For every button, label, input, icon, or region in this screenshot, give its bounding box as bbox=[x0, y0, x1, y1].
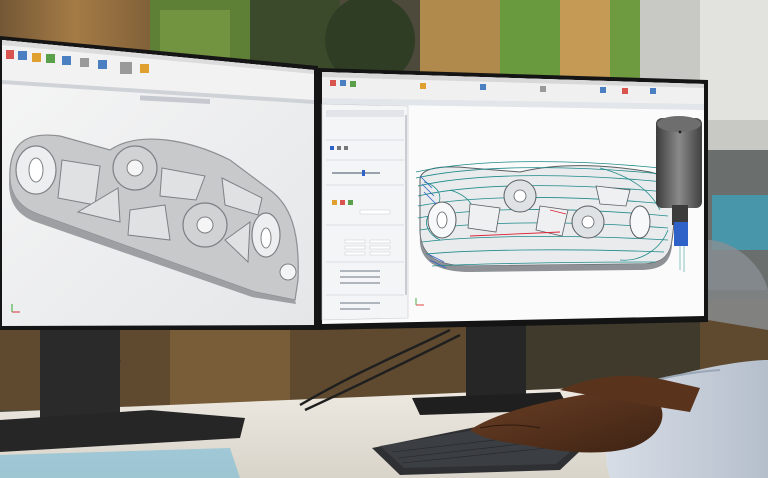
scene-svg bbox=[0, 0, 768, 478]
photo-scene bbox=[0, 0, 768, 478]
toolpath-part bbox=[415, 161, 685, 272]
